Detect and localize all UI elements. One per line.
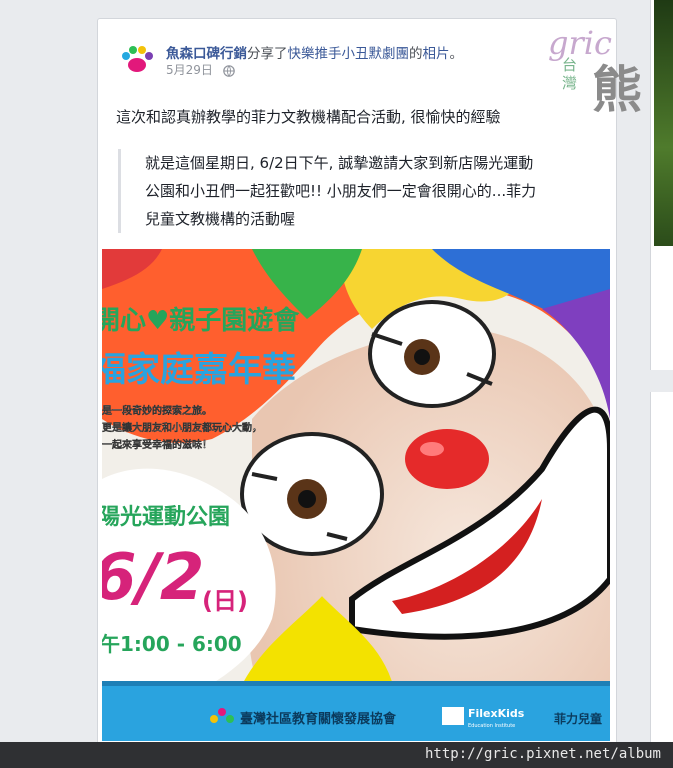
photo-link[interactable]: 相片: [423, 46, 450, 62]
quote-line: 公園和小丑們一起狂歡吧!! 小朋友們一定會很開心的...菲力: [145, 182, 537, 200]
quote-line: 就是這個星期日, 6/2日下午, 誠摯邀請大家到新店陽光運動: [145, 154, 534, 172]
post-meta: 5月29日: [166, 61, 235, 78]
poster-bullet: 是一段奇妙的探索之旅。: [102, 404, 212, 417]
page-link[interactable]: 快樂推手小丑默劇團: [288, 46, 410, 62]
of-text: 的: [409, 46, 423, 62]
poster-line2: 福家庭嘉年華: [102, 350, 296, 390]
poster-bullet: 更是讓大朋友和小朋友都玩心大動，: [102, 421, 262, 434]
poster-line1: 開心♥親子園遊會: [102, 305, 300, 336]
post-header: 魚森口碑行銷分享了快樂推手小丑默劇團的相片。 5月29日: [118, 41, 606, 81]
post-body: 這次和認真辦教學的菲力文教機構配合活動, 很愉快的經驗: [116, 108, 501, 126]
end-punct: 。: [449, 46, 464, 62]
post-headline: 魚森口碑行銷分享了快樂推手小丑默劇團的相片。: [166, 42, 463, 62]
album-url-bar: http://gric.pixnet.net/album: [0, 742, 673, 768]
poster-bullet: 一起來享受幸福的滋味！: [102, 438, 212, 451]
shared-quote: 就是這個星期日, 6/2日下午, 誠摯邀請大家到新店陽光運動 公園和小丑們一起狂…: [118, 149, 625, 233]
poster-footer-brand: FilexKids: [468, 707, 525, 720]
paw-logo-avatar[interactable]: [118, 41, 156, 79]
author-link[interactable]: 魚森口碑行銷: [166, 46, 247, 62]
poster-day: (日): [202, 587, 248, 615]
shared-photo[interactable]: 開心♥親子園遊會 福家庭嘉年華 是一段奇妙的探索之旅。 更是讓大朋友和小朋友都玩…: [102, 249, 610, 741]
post-date[interactable]: 5月29日: [166, 63, 213, 77]
quote-line: 兒童文教機構的活動喔: [145, 210, 296, 228]
right-photo[interactable]: [654, 0, 673, 246]
gric-watermark: gric 台灣 熊: [540, 18, 650, 119]
shared-text: 分享了: [247, 46, 288, 62]
album-url[interactable]: http://gric.pixnet.net/album: [425, 746, 661, 762]
poster-date: 6/2: [102, 541, 204, 615]
globe-icon[interactable]: [222, 64, 235, 77]
poster-place: 陽光運動公園: [102, 505, 230, 530]
poster-footer-brand-sub: Education Institute: [468, 723, 515, 729]
watermark-bear: 熊: [592, 61, 642, 119]
clown-poster-image: 開心♥親子園遊會 福家庭嘉年華 是一段奇妙的探索之旅。 更是讓大朋友和小朋友都玩…: [102, 249, 610, 741]
watermark-taiwan: 台灣: [562, 56, 578, 92]
poster-footer-tail: 菲力兒童: [554, 711, 602, 726]
right-card: [650, 392, 673, 742]
poster-footer-org: 臺灣社區教育關懷發展協會: [240, 711, 397, 727]
poster-time: 午1:00 - 6:00: [102, 632, 242, 656]
post-card: 魚森口碑行銷分享了快樂推手小丑默劇團的相片。 5月29日 這次和認真辦教學的菲力…: [97, 18, 617, 760]
